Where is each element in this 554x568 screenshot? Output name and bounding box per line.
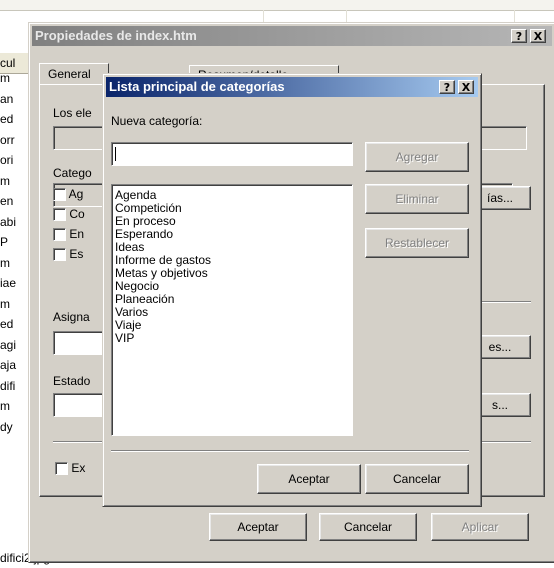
checkbox-label: Es	[69, 247, 84, 261]
category-list-dialog: Lista principal de categorías ? X Nueva …	[102, 73, 482, 507]
tab-general[interactable]: General	[39, 63, 109, 85]
dialog-titlebar[interactable]: Lista principal de categorías	[106, 77, 478, 97]
new-category-input[interactable]	[111, 142, 353, 166]
checkbox[interactable]	[53, 248, 66, 262]
checkbox-row-4[interactable]: Es	[53, 247, 84, 262]
checkbox[interactable]	[55, 462, 68, 476]
background-file-row[interactable]: aja	[0, 355, 30, 375]
background-file-row[interactable]: ed	[0, 314, 30, 334]
category-list-item[interactable]: Planeación	[112, 293, 352, 306]
background-file-row[interactable]: iae	[0, 273, 30, 293]
category-list-item[interactable]: Esperando	[112, 228, 352, 241]
dialog-ok-button[interactable]: Aceptar	[257, 464, 361, 494]
background-file-row[interactable]: orr	[0, 130, 30, 150]
add-button[interactable]: Agregar	[365, 142, 469, 172]
checkbox-label: Ag	[68, 187, 84, 201]
label-elements: Los ele	[53, 106, 92, 120]
background-file-row[interactable]: dy	[0, 417, 30, 437]
category-list-items: Agenda Competición En proceso Esperando Idea…	[112, 189, 352, 345]
checkbox-row-2[interactable]: Co	[53, 207, 85, 222]
background-file-row[interactable]: difi	[0, 376, 30, 396]
category-list-item[interactable]: VIP	[112, 332, 352, 345]
background-toolbar	[0, 0, 554, 11]
label-state: Estado	[53, 374, 91, 388]
apply-button[interactable]: Aplicar	[431, 513, 529, 541]
tab-general-label: General	[48, 67, 91, 81]
properties-close-button[interactable]: X	[530, 29, 546, 43]
checkbox-row-3[interactable]: En	[53, 227, 85, 242]
background-file-row[interactable]: agi	[0, 335, 30, 355]
dialog-cancel-button[interactable]: Cancelar	[365, 464, 469, 494]
background-file-row[interactable]: abi	[0, 212, 30, 232]
checkbox-label: Ex	[71, 461, 86, 475]
properties-title: Propiedades de index.htm	[35, 28, 197, 43]
dialog-close-button[interactable]: X	[458, 80, 474, 94]
checkbox-label: Co	[69, 207, 85, 221]
checkbox-label: En	[69, 227, 85, 241]
properties-help-button[interactable]: ?	[511, 29, 527, 43]
background-file-row[interactable]: ori	[0, 150, 30, 170]
category-list[interactable]: Agenda Competición En proceso Esperando Idea…	[111, 184, 353, 436]
dialog-title: Lista principal de categorías	[109, 79, 285, 94]
label-assign: Asigna	[53, 310, 90, 324]
background-file-row[interactable]: en	[0, 191, 30, 211]
new-category-label: Nueva categoría:	[111, 114, 203, 128]
checkbox[interactable]	[53, 208, 66, 222]
remove-button[interactable]: Eliminar	[365, 184, 469, 214]
checkbox[interactable]	[53, 188, 66, 202]
properties-titlebar[interactable]: Propiedades de index.htm	[32, 26, 552, 46]
separator	[111, 450, 469, 452]
category-list-item[interactable]: Viaje	[112, 319, 352, 332]
background-file-row[interactable]: ed	[0, 109, 30, 129]
reset-button[interactable]: Restablecer	[365, 228, 469, 258]
label-categories: Catego	[53, 166, 92, 180]
cancel-button[interactable]: Cancelar	[319, 513, 417, 541]
checkbox-ex-row[interactable]: Ex	[55, 461, 86, 476]
background-file-row[interactable]: m	[0, 171, 30, 191]
ok-button[interactable]: Aceptar	[209, 513, 307, 541]
background-file-row[interactable]: m	[0, 68, 30, 88]
background-file-row[interactable]: an	[0, 89, 30, 109]
checkbox-row-1[interactable]: Ag	[53, 187, 84, 202]
category-list-item[interactable]: Varios	[112, 306, 352, 319]
background-file-row[interactable]: P	[0, 232, 30, 252]
background-file-row[interactable]: m	[0, 253, 30, 273]
checkbox[interactable]	[53, 228, 66, 242]
dialog-help-button[interactable]: ?	[439, 80, 455, 94]
text-cursor	[115, 147, 116, 161]
background-file-row[interactable]: m	[0, 294, 30, 314]
background-file-row[interactable]: m	[0, 396, 30, 416]
